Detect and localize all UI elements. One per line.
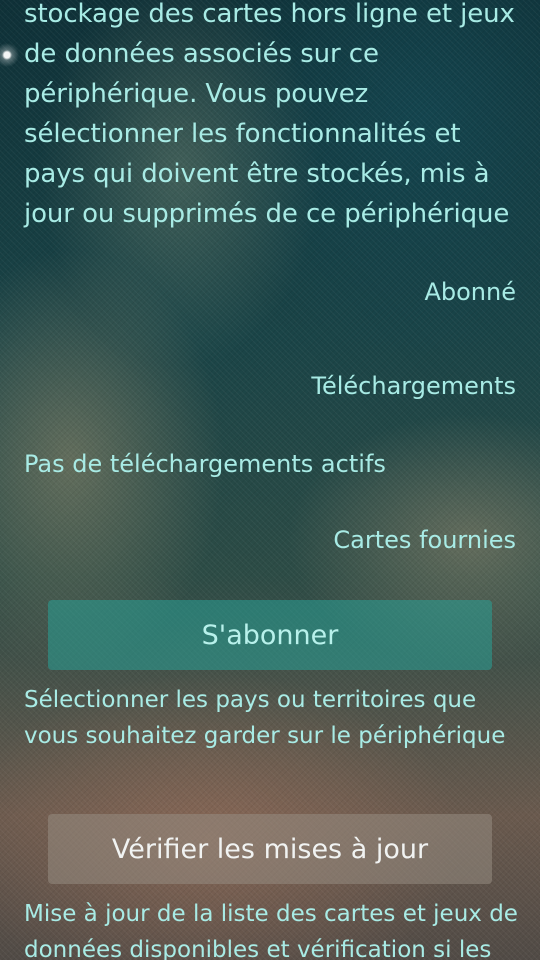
provided-maps-section-header: Cartes fournies (333, 526, 516, 554)
settings-page: stockage des cartes hors ligne et jeux d… (0, 0, 540, 960)
check-updates-button[interactable]: Vérifier les mises à jour (48, 814, 492, 884)
check-updates-button-label: Vérifier les mises à jour (111, 833, 429, 865)
intro-description: stockage des cartes hors ligne et jeux d… (24, 0, 515, 229)
subscribe-button-label: S'abonner (201, 619, 339, 651)
subscribe-help-text: Sélectionner les pays ou territoires que… (24, 687, 506, 749)
downloads-status-text: Pas de téléchargements actifs (24, 450, 386, 478)
check-updates-help-text: Mise à jour de la liste des cartes et je… (24, 901, 518, 960)
subscription-status-label: Abonné (424, 278, 516, 306)
subscribe-button[interactable]: S'abonner (48, 600, 492, 670)
downloads-section-header: Téléchargements (311, 372, 516, 400)
